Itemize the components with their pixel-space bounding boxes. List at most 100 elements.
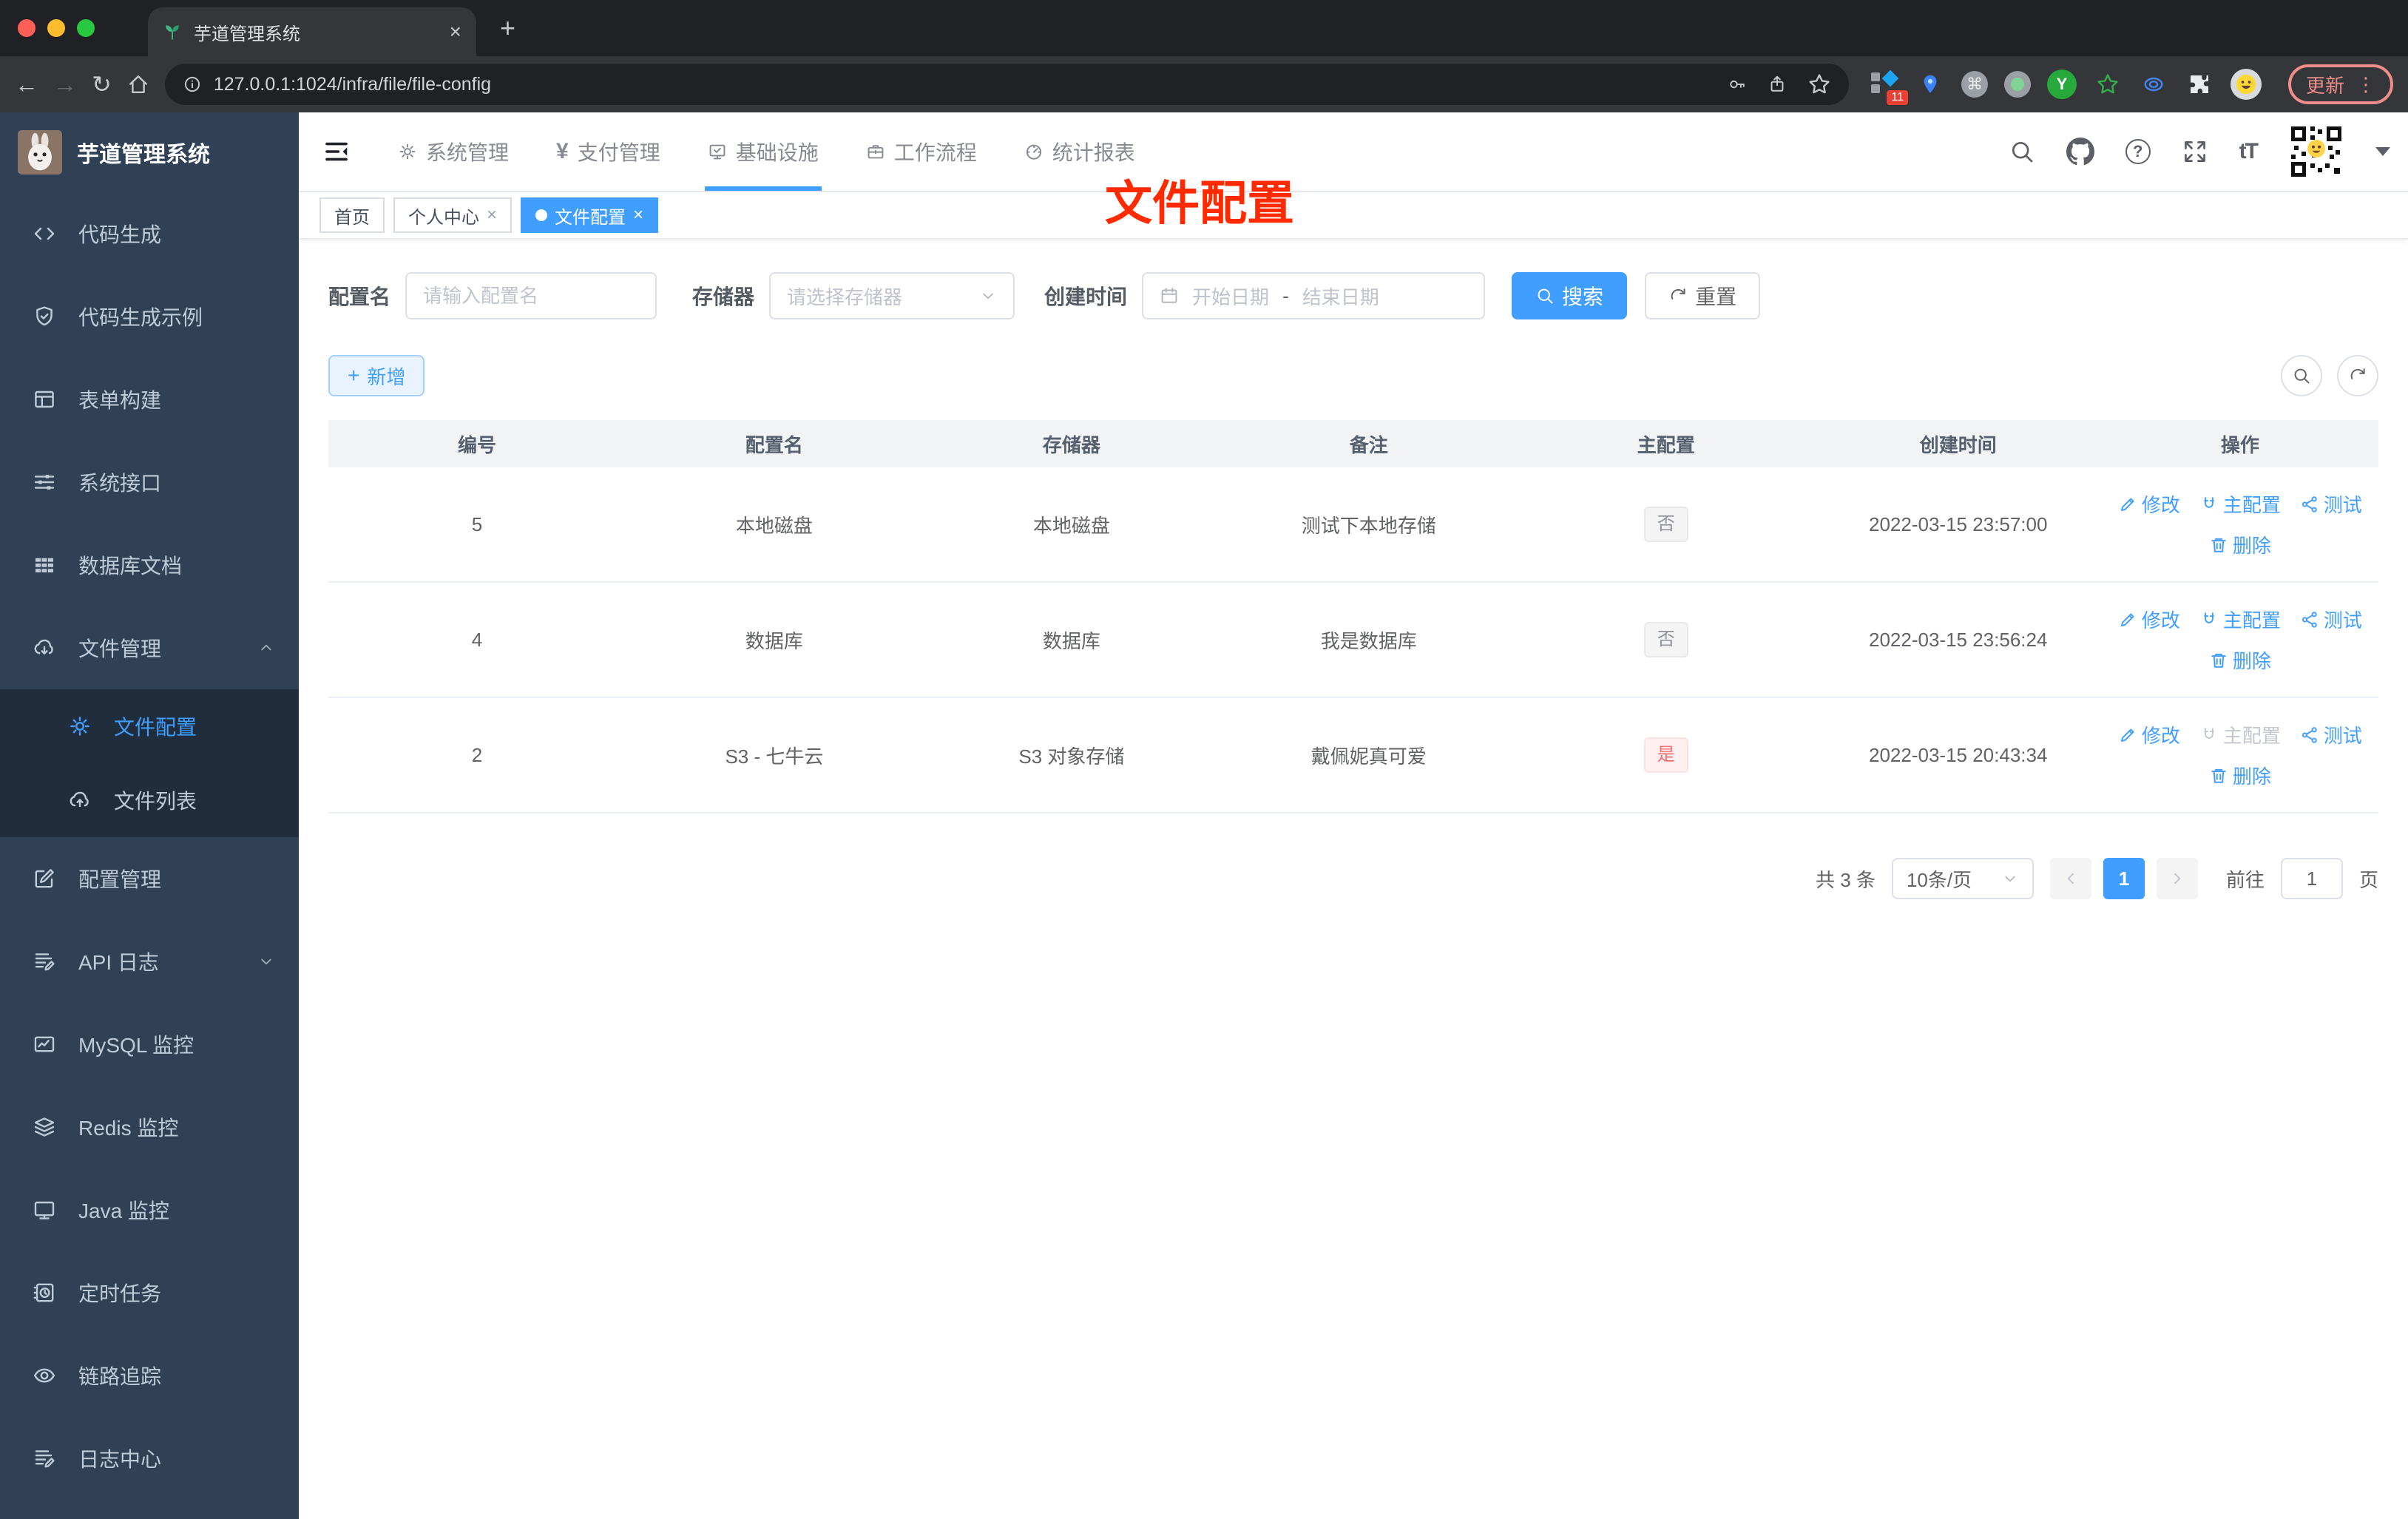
address-bar[interactable]: 127.0.0.1:1024/infra/file/file-config bbox=[164, 64, 1849, 105]
sidebar-item-redis-monitor[interactable]: Redis 监控 bbox=[0, 1086, 299, 1168]
delete-action[interactable]: 删除 bbox=[2209, 762, 2271, 789]
close-window-button[interactable] bbox=[18, 19, 35, 37]
extension-tab-manager-icon[interactable]: 11 bbox=[1870, 70, 1908, 105]
extension-command-icon[interactable]: ⌘ bbox=[1961, 71, 1988, 98]
delete-action[interactable]: 删除 bbox=[2209, 646, 2271, 674]
cloud-upload-icon bbox=[68, 788, 92, 812]
minimize-window-button[interactable] bbox=[47, 19, 65, 37]
page-number-1[interactable]: 1 bbox=[2103, 858, 2145, 899]
extension-star-icon[interactable] bbox=[2093, 70, 2123, 99]
sidebar-item-api-log[interactable]: API 日志 bbox=[0, 920, 299, 1003]
browser-tab-strip: 芋道管理系统 × + bbox=[0, 0, 2408, 56]
sidebar-item-mysql-monitor[interactable]: MySQL 监控 bbox=[0, 1003, 299, 1086]
config-name-input[interactable] bbox=[423, 284, 640, 308]
goto-page-input[interactable] bbox=[2280, 858, 2343, 899]
browser-update-button[interactable]: 更新 ⋮ bbox=[2287, 64, 2393, 104]
sidebar-item-scheduled-task[interactable]: 定时任务 bbox=[0, 1251, 299, 1334]
fullscreen-icon[interactable] bbox=[2182, 138, 2208, 165]
nav-system-manage[interactable]: 系统管理 bbox=[374, 112, 532, 191]
extension-y-icon[interactable]: Y bbox=[2046, 70, 2077, 99]
sidebar-item-code-gen[interactable]: 代码生成 bbox=[0, 192, 299, 275]
user-avatar[interactable] bbox=[2288, 124, 2344, 180]
nav-workflow[interactable]: 工作流程 bbox=[842, 112, 1001, 191]
extension-eye-icon[interactable] bbox=[2139, 70, 2168, 99]
sidebar-item-file-config[interactable]: 文件配置 bbox=[0, 689, 299, 763]
close-icon[interactable]: × bbox=[633, 205, 643, 226]
share-icon[interactable] bbox=[1768, 75, 1787, 94]
extension-green-dot-icon[interactable] bbox=[2003, 71, 2031, 98]
delete-action[interactable]: 删除 bbox=[2209, 531, 2271, 558]
toggle-search-button[interactable] bbox=[2281, 355, 2322, 396]
tab-close-icon[interactable]: × bbox=[450, 20, 461, 44]
forward-icon[interactable]: → bbox=[53, 71, 77, 98]
sidebar-item-config-manage[interactable]: 配置管理 bbox=[0, 837, 299, 920]
sidebar-item-code-gen-demo[interactable]: 代码生成示例 bbox=[0, 275, 299, 358]
browser-tab[interactable]: 芋道管理系统 × bbox=[148, 7, 476, 56]
add-button[interactable]: + 新增 bbox=[328, 355, 425, 396]
next-page-button[interactable] bbox=[2156, 858, 2198, 899]
reload-icon[interactable]: ↻ bbox=[92, 70, 112, 98]
cloud-download-icon bbox=[33, 636, 56, 660]
chevron-down-icon bbox=[257, 953, 275, 970]
tag-profile[interactable]: 个人中心 × bbox=[393, 197, 513, 233]
sidebar-item-system-api[interactable]: 系统接口 bbox=[0, 441, 299, 524]
collapse-sidebar-button[interactable] bbox=[299, 112, 374, 191]
tag-home[interactable]: 首页 bbox=[319, 197, 385, 233]
back-icon[interactable]: ← bbox=[15, 71, 38, 98]
edit-action[interactable]: 修改 bbox=[2118, 721, 2180, 748]
test-action[interactable]: 测试 bbox=[2300, 721, 2362, 748]
refresh-table-button[interactable] bbox=[2337, 355, 2378, 396]
sidebar-item-file-list[interactable]: 文件列表 bbox=[0, 763, 299, 837]
new-tab-button[interactable]: + bbox=[500, 13, 515, 44]
close-icon[interactable]: × bbox=[487, 205, 497, 226]
bookmark-star-icon[interactable] bbox=[1807, 72, 1831, 96]
profile-avatar-icon[interactable] bbox=[2230, 69, 2262, 100]
end-date-placeholder[interactable]: 结束日期 bbox=[1302, 283, 1379, 310]
logo[interactable]: 芋道管理系统 bbox=[0, 112, 299, 192]
site-info-icon[interactable] bbox=[183, 75, 202, 94]
browser-menu-icon[interactable]: ⋮ bbox=[2356, 73, 2375, 96]
sidebar-item-log-center[interactable]: 日志中心 bbox=[0, 1417, 299, 1500]
sidebar-item-db-doc[interactable]: 数据库文档 bbox=[0, 524, 299, 606]
home-icon[interactable] bbox=[126, 72, 150, 96]
pencil-icon bbox=[2118, 725, 2137, 745]
nav-pay-manage[interactable]: ¥ 支付管理 bbox=[532, 112, 684, 191]
avatar-dropdown-caret[interactable] bbox=[2375, 147, 2390, 156]
extensions-puzzle-icon[interactable] bbox=[2185, 70, 2214, 99]
sidebar-item-trace[interactable]: 链路追踪 bbox=[0, 1334, 299, 1417]
master-action[interactable]: 主配置 bbox=[2199, 490, 2281, 518]
zoom-window-button[interactable] bbox=[77, 19, 95, 37]
sidebar-item-form-builder[interactable]: 表单构建 bbox=[0, 358, 299, 441]
page-content: 配置名 存储器 请选择存储器 创建时间 开始日期 - 结束日期 bbox=[299, 240, 2408, 1519]
grid-icon bbox=[33, 553, 56, 577]
nav-infra[interactable]: 基础设施 bbox=[684, 112, 842, 191]
help-icon[interactable]: ? bbox=[2125, 139, 2151, 164]
font-size-icon[interactable]: tT bbox=[2239, 139, 2259, 164]
sidebar-item-file-manage[interactable]: 文件管理 bbox=[0, 606, 299, 689]
edit-action[interactable]: 修改 bbox=[2118, 490, 2180, 518]
reset-button[interactable]: 重置 bbox=[1645, 272, 1761, 319]
nav-report[interactable]: 统计报表 bbox=[1001, 112, 1159, 191]
test-action[interactable]: 测试 bbox=[2300, 490, 2362, 518]
search-icon[interactable] bbox=[2009, 138, 2035, 165]
extension-pin-icon[interactable] bbox=[1915, 70, 1945, 99]
doc-edit-icon bbox=[33, 950, 56, 973]
date-range-picker[interactable]: 开始日期 - 结束日期 bbox=[1142, 272, 1486, 319]
password-key-icon[interactable] bbox=[1728, 75, 1747, 94]
github-icon[interactable] bbox=[2066, 138, 2094, 166]
extensions-row: 11 ⌘ Y bbox=[1864, 69, 2267, 105]
url-text[interactable]: 127.0.0.1:1024/infra/file/file-config bbox=[214, 74, 1716, 95]
master-action[interactable]: 主配置 bbox=[2199, 606, 2281, 633]
search-button[interactable]: 搜索 bbox=[1512, 272, 1628, 319]
start-date-placeholder[interactable]: 开始日期 bbox=[1192, 283, 1269, 310]
sidebar-item-java-monitor[interactable]: Java 监控 bbox=[0, 1168, 299, 1251]
table-row: 4 数据库 数据库 我是数据库 否 2022-03-15 23:56:24 修改… bbox=[328, 583, 2378, 698]
test-action[interactable]: 测试 bbox=[2300, 606, 2362, 633]
page-size-select[interactable]: 10条/页 bbox=[1891, 858, 2034, 899]
master-action-disabled: 主配置 bbox=[2199, 721, 2281, 748]
prev-page-button[interactable] bbox=[2049, 858, 2091, 899]
edit-action[interactable]: 修改 bbox=[2118, 606, 2180, 633]
tag-file-config[interactable]: 文件配置 × bbox=[521, 197, 659, 233]
storage-select[interactable]: 请选择存储器 bbox=[769, 272, 1015, 319]
calendar-icon bbox=[1160, 286, 1179, 305]
